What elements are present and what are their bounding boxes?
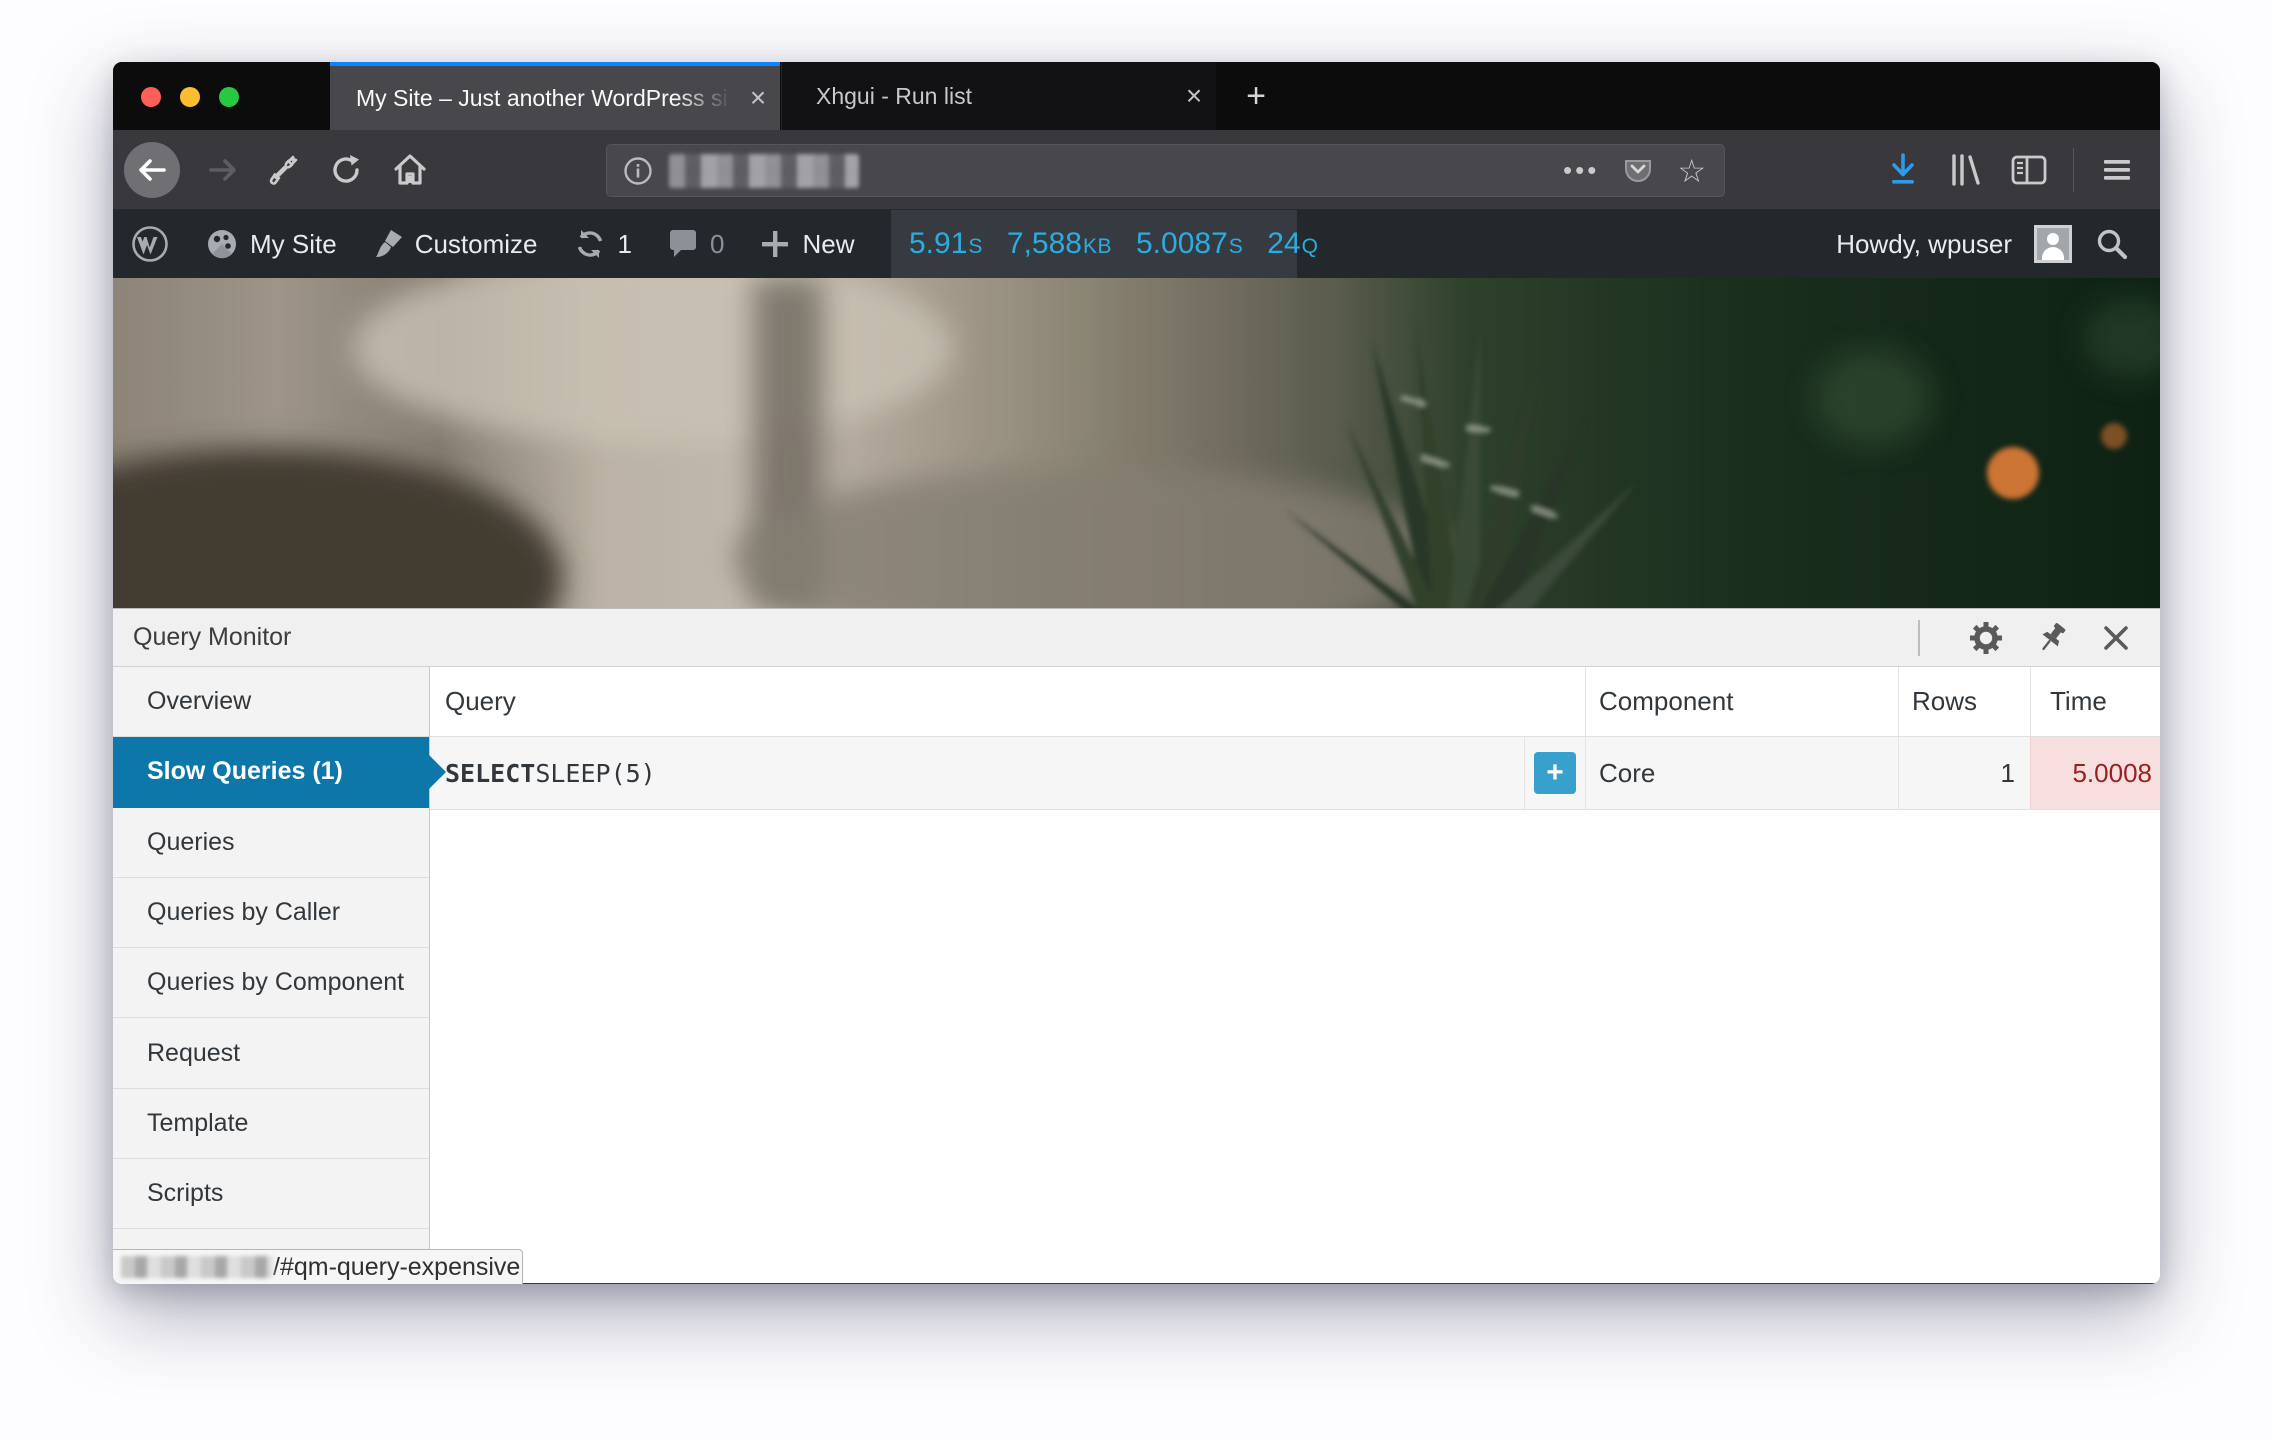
site-icon [204,226,240,262]
query-monitor-panel: Query Monitor [113,608,2160,1283]
column-header-time: Time [2030,667,2160,736]
rows-cell: 1 [1898,737,2030,809]
redacted-url [669,154,859,188]
new-tab-button[interactable]: + [1233,74,1279,118]
close-panel-icon[interactable] [2100,622,2132,654]
comment-bubble-icon [666,227,700,261]
qm-panel-title: Query Monitor [113,623,291,652]
expand-cell: + [1524,737,1585,809]
tab-close-icon[interactable]: × [1172,80,1216,112]
minimize-window-button[interactable] [180,87,200,107]
avatar[interactable] [2034,225,2072,263]
updates-icon [572,226,608,262]
qm-table: Query Component Rows Time SELECT SLEEP(5… [430,667,2160,1283]
bookmark-star-icon[interactable]: ☆ [1677,152,1706,190]
qm-sidebar-item-queries-by-caller[interactable]: Queries by Caller [113,878,429,948]
status-link-text: /#qm-query-expensive [273,1253,520,1282]
url-bar[interactable]: ••• ☆ [606,144,1725,197]
reload-button[interactable] [328,152,364,188]
back-arrow-icon [135,153,169,187]
customize-menu[interactable]: Customize [354,210,555,278]
qm-sidebar-item-template[interactable]: Template [113,1089,429,1159]
status-link-preview: /#qm-query-expensive [113,1249,523,1284]
tab-title: My Site – Just another WordPress si [330,85,736,112]
qm-sidebar: Overview Slow Queries (1) Queries Querie… [113,667,430,1283]
plus-icon [758,227,792,261]
time-cell: 5.0008 [2030,737,2160,809]
toolbar-separator [2073,148,2074,192]
browser-window: My Site – Just another WordPress si × Xh… [113,62,2160,1284]
reload-icon [329,153,363,187]
forward-button[interactable] [205,152,241,188]
sidebar-toggle-icon[interactable] [2009,151,2049,189]
my-site-label: My Site [250,229,337,260]
wp-admin-bar: My Site Customize 1 0 [113,210,2160,278]
table-row: SELECT SLEEP(5) + Core 1 5.0008 [430,737,2160,810]
my-site-menu[interactable]: My Site [187,210,354,278]
close-window-button[interactable] [141,87,161,107]
column-header-rows: Rows [1898,667,2030,736]
wp-logo-menu[interactable] [113,210,187,278]
update-count: 1 [618,229,632,260]
qm-stat-query-count: 24Q [1267,227,1318,261]
qm-stat-page-time: 5.91S [909,227,983,261]
tab-close-icon[interactable]: × [736,82,780,114]
query-cell: SELECT SLEEP(5) [430,737,1524,809]
downloads-icon[interactable] [1885,151,1921,189]
developer-wrench-button[interactable] [265,152,301,188]
expand-row-button[interactable]: + [1534,752,1576,794]
page-actions-icon[interactable]: ••• [1563,155,1599,186]
new-content-menu[interactable]: New [741,210,871,278]
tab-xhgui[interactable]: Xhgui - Run list × [781,62,1216,130]
qm-sidebar-item-scripts[interactable]: Scripts [113,1159,429,1229]
qm-sidebar-item-overview[interactable]: Overview [113,667,429,737]
qm-stat-query-time: 5.0087S [1136,227,1243,261]
resize-handle[interactable] [1918,620,1920,656]
pin-panel-icon[interactable] [2034,620,2070,656]
avatar-silhouette [2037,228,2069,260]
home-icon [392,151,428,189]
info-icon[interactable] [623,156,653,186]
comments-menu[interactable]: 0 [649,210,741,278]
qm-sidebar-item-queries[interactable]: Queries [113,808,429,878]
updates-menu[interactable]: 1 [555,210,649,278]
tab-bar: My Site – Just another WordPress si × Xh… [113,62,2160,130]
qm-table-header: Query Component Rows Time [430,667,2160,737]
tab-my-site[interactable]: My Site – Just another WordPress si × [330,62,780,130]
pocket-icon[interactable] [1621,154,1655,188]
settings-gear-icon[interactable] [1968,620,2004,656]
query-monitor-admin-bar-menu[interactable]: 5.91S 7,588KB 5.0087S 24Q [891,210,1297,278]
home-button[interactable] [391,150,429,190]
forward-arrow-icon [206,153,240,187]
qm-title-bar: Query Monitor [113,608,2160,667]
qm-stat-memory: 7,588KB [1007,227,1112,261]
back-button[interactable] [124,142,180,198]
search-icon[interactable] [2094,226,2130,262]
wrench-icon [266,153,300,187]
library-icon[interactable] [1945,151,1985,189]
new-label: New [802,229,854,260]
zoom-window-button[interactable] [219,87,239,107]
component-cell: Core [1585,737,1898,809]
redacted-status-url [121,1256,273,1278]
brush-icon [371,227,405,261]
qm-sidebar-item-slow-queries[interactable]: Slow Queries (1) [113,737,429,807]
qm-sidebar-item-queries-by-component[interactable]: Queries by Component [113,948,429,1018]
howdy-account-menu[interactable]: Howdy, wpuser [1836,229,2012,260]
customize-label: Customize [415,229,538,260]
column-header-component: Component [1585,667,1898,736]
tab-title: Xhgui - Run list [782,83,1172,110]
hero-image [113,278,2160,608]
qm-sidebar-item-request[interactable]: Request [113,1018,429,1088]
wordpress-logo-icon [130,224,170,264]
browser-toolbar: ••• ☆ [113,130,2160,210]
menu-hamburger-icon[interactable] [2098,151,2136,189]
comment-count: 0 [710,229,724,260]
column-header-query: Query [430,667,1585,736]
